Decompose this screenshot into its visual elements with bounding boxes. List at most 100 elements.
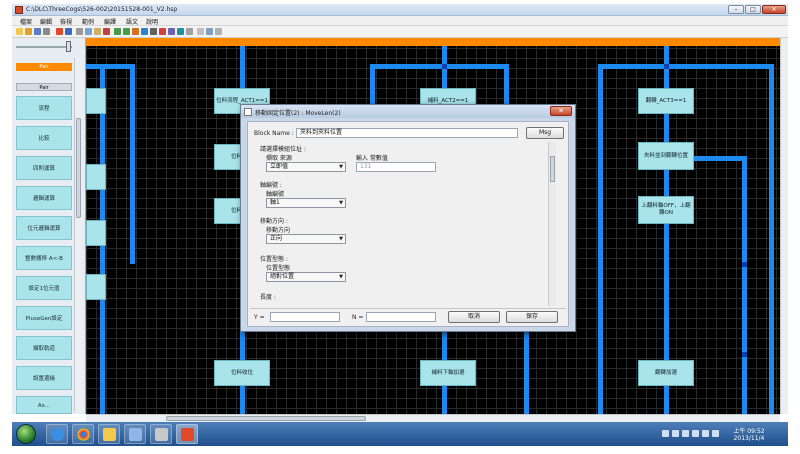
palette-scrollbar[interactable] [74,58,82,412]
run-icon[interactable] [132,28,139,35]
constant-input[interactable]: 131 [356,162,436,172]
palette-scroll-thumb[interactable] [76,118,81,218]
taskbar-explorer[interactable] [98,424,120,444]
palette-item-set-bit[interactable]: 設定1位元值 [16,276,72,300]
chevron-down-icon: ▼ [339,274,343,280]
source-select[interactable]: 立即值 ▼ [266,162,346,172]
copy-icon[interactable] [85,28,92,35]
folder-icon [103,428,116,441]
undo-icon[interactable] [56,28,63,35]
length-section-label: 長度 : [260,294,276,301]
cancel-button[interactable]: 取消 [448,311,500,323]
dialog-close-button[interactable]: ✕ [550,106,572,116]
palette-tab-pair-active[interactable]: Pair [16,63,72,71]
stop-icon[interactable] [159,28,166,35]
download-icon[interactable] [177,28,184,35]
position-select[interactable]: 絕對位置 ▼ [266,272,346,282]
flow-node-flip-on[interactable]: 上翻料軸OFF，上翻轉ON [638,196,694,224]
flow-node-partial[interactable] [86,88,106,114]
menu-example[interactable]: 範例 [82,17,94,26]
taskbar-app-1[interactable] [124,424,146,444]
palette-item-move[interactable]: 整數搬移 A<-B [16,246,72,270]
cut-icon[interactable] [76,28,83,35]
zoom-out-icon[interactable] [123,28,130,35]
y-input[interactable] [270,312,340,322]
slider-thumb[interactable] [66,41,71,52]
axis-select[interactable]: 軸1 ▼ [266,198,346,208]
palette-item-compare[interactable]: 比較 [16,126,72,150]
settings-icon[interactable] [186,28,193,35]
network-icon[interactable] [702,430,709,437]
print-icon[interactable] [43,28,50,35]
canvas-vertical-scrollbar[interactable] [780,38,788,414]
palette-item-edge[interactable]: 設置邊緣 [16,366,72,390]
palette-item-bit-logic[interactable]: 位元邏輯運算 [16,216,72,240]
menu-edit[interactable]: 編輯 [40,17,52,26]
flow-node-partial[interactable] [86,164,106,190]
minimize-button[interactable]: – [728,5,744,14]
flow-node-act3[interactable]: 翻轉_ACT3==1 [638,88,694,114]
canvas-horizontal-scrollbar[interactable] [86,414,780,422]
connect-icon[interactable] [168,28,175,35]
input-method-icon[interactable] [662,430,669,437]
source-select-value: 立即值 [270,163,289,170]
align-icon[interactable] [150,28,157,35]
menu-file[interactable]: 檔案 [20,17,32,26]
palette-item-pulsegen[interactable]: PluseGen設定 [16,306,72,330]
taskbar-ie[interactable] [46,424,68,444]
block-name-input[interactable]: 夾料到夾料位置 [296,128,518,138]
taskbar-chrome[interactable] [72,424,94,444]
menu-compile[interactable]: 編譯 [104,17,116,26]
flow-node-flip-select[interactable]: 翻轉加選 [638,360,694,386]
taskbar-app-active[interactable] [176,424,198,444]
n-input[interactable] [366,312,436,322]
palette-item-axis[interactable]: Ax... [16,396,72,414]
menu-language[interactable]: 語文 [126,17,138,26]
window-icon [129,428,142,441]
info-icon[interactable] [197,28,204,35]
palette-item-logic[interactable]: 邏輯運算 [16,186,72,210]
dialog-scroll-thumb[interactable] [550,156,555,182]
show-hidden-icon[interactable] [682,430,689,437]
zoom-in-icon[interactable] [114,28,121,35]
flag-icon[interactable] [692,430,699,437]
close-button[interactable]: ✕ [762,5,786,14]
flow-node-flip-position[interactable]: 夾料並到翻轉位置 [638,142,694,170]
new-file-icon[interactable] [16,28,23,35]
canvas-hscroll-thumb[interactable] [166,416,366,421]
help-icon[interactable] [206,28,213,35]
maximize-button[interactable]: □ [745,5,761,14]
flow-node-lower-select[interactable]: 補料下軸加選 [420,360,476,386]
flow-node-partial[interactable] [86,220,106,246]
volume-icon[interactable] [712,430,719,437]
flow-node-retract[interactable]: 位料收位 [214,360,270,386]
palette-item-track[interactable]: 擷取軌道 [16,336,72,360]
menu-help[interactable]: 說明 [146,17,158,26]
save-button[interactable]: 保存 [506,311,558,323]
canvas-header-bar [86,38,780,46]
keyboard-icon[interactable] [672,430,679,437]
clock-date[interactable]: 2013/11/4 [724,435,774,442]
direction-select[interactable]: 正向 ▼ [266,234,346,244]
open-folder-icon[interactable] [25,28,32,35]
chevron-down-icon: ▼ [339,200,343,206]
paste-icon[interactable] [94,28,101,35]
save-icon[interactable] [34,28,41,35]
taskbar-app-2[interactable] [150,424,172,444]
options-icon[interactable] [215,28,222,35]
block-name-label: Block Name : [254,130,294,137]
palette-item-flow[interactable]: 流程 [16,96,72,120]
start-button[interactable] [16,424,36,444]
palette-tab-pair[interactable]: Pair [16,83,72,91]
msg-button[interactable]: Msg [526,127,564,139]
clock-time[interactable]: 上午 09:52 [724,426,774,435]
menu-view[interactable]: 檢視 [60,17,72,26]
zoom-slider[interactable] [14,40,74,52]
grid-icon[interactable] [141,28,148,35]
junction-marker [742,352,747,357]
dialog-scrollbar[interactable] [548,142,556,306]
redo-icon[interactable] [65,28,72,35]
flow-node-partial[interactable] [86,274,106,300]
delete-icon[interactable] [103,28,110,35]
palette-item-arithmetic[interactable]: 四則運算 [16,156,72,180]
